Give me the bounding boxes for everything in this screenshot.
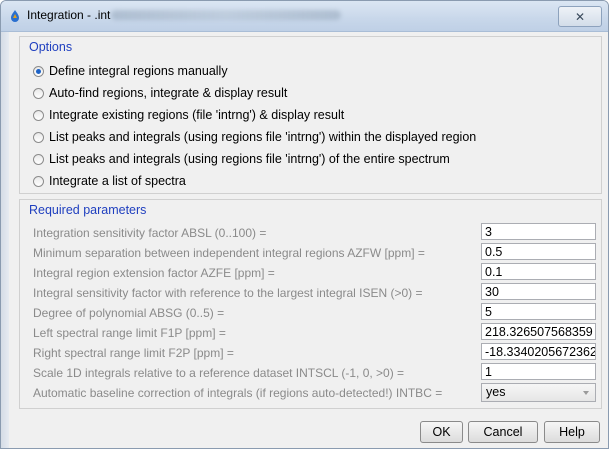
f2p-input[interactable]: -18.3340205672362 (481, 343, 596, 360)
param-label: Integral sensitivity factor with referen… (33, 286, 423, 300)
option-integrate-existing[interactable]: Integrate existing regions (file 'intrng… (33, 106, 344, 124)
option-label: Integrate existing regions (file 'intrng… (49, 108, 345, 122)
radio-button[interactable] (33, 131, 44, 143)
absg-input[interactable]: 5 (481, 303, 596, 320)
option-integrate-list[interactable]: Integrate a list of spectra (33, 172, 186, 190)
cancel-button[interactable]: Cancel (468, 421, 538, 443)
azfe-input[interactable]: 0.1 (481, 263, 596, 280)
radio-button[interactable] (33, 65, 44, 77)
option-label: Auto-find regions, integrate & display r… (49, 86, 288, 100)
f1p-input[interactable]: 218.326507568359 (481, 323, 596, 340)
intscl-input[interactable]: 1 (481, 363, 596, 380)
param-label: Scale 1D integrals relative to a referen… (33, 366, 405, 380)
param-label: Integration sensitivity factor ABSL (0..… (33, 226, 267, 240)
option-list-displayed-region[interactable]: List peaks and integrals (using regions … (33, 128, 476, 146)
radio-button[interactable] (33, 175, 44, 187)
param-label: Left spectral range limit F1P [ppm] = (33, 326, 226, 340)
required-parameters-group: Required parameters Integration sensitiv… (19, 199, 602, 409)
title-bar[interactable]: Integration - .int ✕ (1, 1, 608, 32)
param-label: Automatic baseline correction of integra… (33, 386, 443, 400)
azfw-input[interactable]: 0.5 (481, 243, 596, 260)
close-button[interactable]: ✕ (558, 6, 602, 27)
close-icon: ✕ (574, 9, 586, 24)
intbc-select[interactable]: yes (481, 383, 596, 402)
option-label: Define integral regions manually (49, 64, 228, 78)
param-azfw: Minimum separation between independent i… (33, 243, 597, 263)
option-list-entire-spectrum[interactable]: List peaks and integrals (using regions … (33, 150, 450, 168)
param-label: Right spectral range limit F2P [ppm] = (33, 346, 234, 360)
radio-button[interactable] (33, 109, 44, 121)
window-title: Integration - .int (27, 8, 111, 22)
param-absl: Integration sensitivity factor ABSL (0..… (33, 223, 597, 243)
radio-button[interactable] (33, 153, 44, 165)
params-title: Required parameters (29, 203, 147, 217)
param-f1p: Left spectral range limit F1P [ppm] = 21… (33, 323, 597, 343)
option-auto-find[interactable]: Auto-find regions, integrate & display r… (33, 84, 287, 102)
param-label: Degree of polynomial ABSG (0..5) = (33, 306, 225, 320)
option-define-manually[interactable]: Define integral regions manually (33, 62, 228, 80)
chevron-down-icon (583, 391, 589, 395)
param-intbc: Automatic baseline correction of integra… (33, 383, 597, 403)
radio-button[interactable] (33, 87, 44, 99)
param-label: Integral region extension factor AZFE [p… (33, 266, 275, 280)
options-title: Options (29, 40, 73, 54)
param-label: Minimum separation between independent i… (33, 246, 425, 260)
app-icon (11, 10, 19, 22)
param-intscl: Scale 1D integrals relative to a referen… (33, 363, 597, 383)
window-edge (1, 32, 9, 448)
intbc-value: yes (486, 385, 506, 399)
param-azfe: Integral region extension factor AZFE [p… (33, 263, 597, 283)
integration-dialog: Integration - .int ✕ Options Define inte… (0, 0, 609, 449)
param-f2p: Right spectral range limit F2P [ppm] = -… (33, 343, 597, 363)
help-button[interactable]: Help (544, 421, 600, 443)
option-label: List peaks and integrals (using regions … (49, 130, 477, 144)
param-isen: Integral sensitivity factor with referen… (33, 283, 597, 303)
absl-input[interactable]: 3 (481, 223, 596, 240)
option-label: List peaks and integrals (using regions … (49, 152, 450, 166)
option-label: Integrate a list of spectra (49, 174, 186, 188)
param-absg: Degree of polynomial ABSG (0..5) = 5 (33, 303, 597, 323)
ok-button[interactable]: OK (420, 421, 463, 443)
blurred-title-region (111, 10, 341, 20)
isen-input[interactable]: 30 (481, 283, 596, 300)
options-group: Options Define integral regions manually… (19, 36, 602, 194)
